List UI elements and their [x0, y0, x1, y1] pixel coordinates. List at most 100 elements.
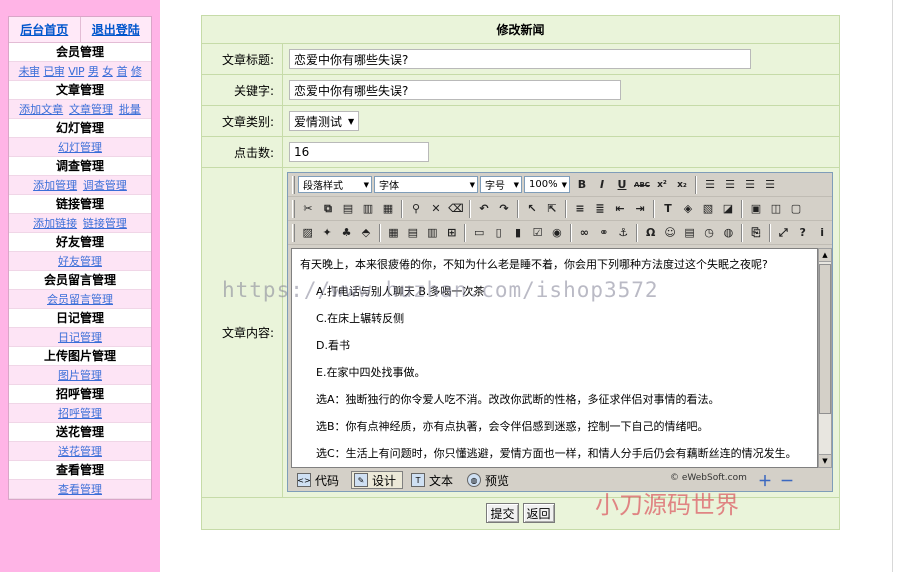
link-survey-manage[interactable]: 调查管理 [83, 179, 127, 192]
scroll-up-icon[interactable]: ▲ [819, 249, 831, 262]
editor-scrollbar[interactable]: ▲ ▼ [818, 248, 832, 468]
keyword-input[interactable] [289, 80, 621, 100]
align-left-icon[interactable]: ☰ [701, 176, 719, 194]
link-add-article[interactable]: 添加文章 [19, 103, 63, 116]
link-greeting-manage[interactable]: 招呼管理 [58, 407, 102, 420]
insert-file-icon[interactable]: ⬘ [357, 224, 374, 242]
button-icon[interactable]: ▮ [509, 224, 526, 242]
background-color-icon[interactable]: ◈ [679, 200, 697, 218]
insert-table-icon[interactable]: ▦ [385, 224, 402, 242]
about-icon[interactable]: i [813, 224, 830, 242]
category-select[interactable]: 爱情测试 ▼ [289, 111, 360, 131]
insert-flash-icon[interactable]: ✦ [318, 224, 335, 242]
font-color-icon[interactable]: T [659, 200, 677, 218]
link-friend-manage[interactable]: 好友管理 [58, 255, 102, 268]
copy-icon[interactable]: ⧉ [319, 200, 337, 218]
italic-icon[interactable]: I [593, 176, 611, 194]
anchor-icon[interactable]: ⚓ [615, 224, 632, 242]
format-brush-icon[interactable]: ◪ [719, 200, 737, 218]
time-icon[interactable]: ◷ [700, 224, 717, 242]
link-batch[interactable]: 批量 [119, 103, 141, 116]
editor-content-area[interactable]: 有天晚上，本来很疲倦的你，不知为什么老是睡不着，你会用下列哪种方法度过这个失眠之… [291, 248, 818, 468]
bold-icon[interactable]: B [573, 176, 591, 194]
link-edit[interactable]: 修 [131, 65, 142, 78]
mode-preview-tab[interactable]: ◍ 预览 [465, 471, 515, 489]
outdent-icon[interactable]: ⇤ [611, 200, 629, 218]
back-button[interactable]: 返回 [522, 503, 555, 523]
page-break-icon[interactable]: ⎘ [747, 224, 764, 242]
eraser-icon[interactable]: ⌫ [447, 200, 465, 218]
link-slide-manage[interactable]: 幻灯管理 [58, 141, 102, 154]
link-member-message-manage[interactable]: 会员留言管理 [47, 293, 113, 306]
date-icon[interactable]: ▤ [681, 224, 698, 242]
link-diary-manage[interactable]: 日记管理 [58, 331, 102, 344]
title-input[interactable] [289, 49, 751, 69]
table-cell-icon[interactable]: ▥ [424, 224, 441, 242]
mode-code-tab[interactable]: <> 代码 [295, 471, 345, 489]
paste-icon[interactable]: ▤ [339, 200, 357, 218]
paragraph-style-dropdown[interactable]: 段落样式 ▼ [298, 176, 372, 193]
scroll-down-icon[interactable]: ▼ [819, 454, 831, 467]
undo-icon[interactable]: ↶ [475, 200, 493, 218]
table-row-icon[interactable]: ▤ [404, 224, 421, 242]
link-image-manage[interactable]: 图片管理 [58, 369, 102, 382]
marquee-icon[interactable]: ◍ [720, 224, 737, 242]
font-size-dropdown[interactable]: 字号 ▼ [480, 176, 522, 193]
link-female[interactable]: 女 [102, 65, 113, 78]
link-flower-manage[interactable]: 送花管理 [58, 445, 102, 458]
paste-word-icon[interactable]: ▦ [379, 200, 397, 218]
plus-icon[interactable]: ＋ [758, 474, 772, 490]
link-add-survey[interactable]: 添加管理 [33, 179, 77, 192]
scrollbar-thumb[interactable] [819, 264, 831, 414]
bullet-list-icon[interactable]: ≣ [591, 200, 609, 218]
underline-icon[interactable]: U [613, 176, 631, 194]
logout-link[interactable]: 退出登陆 [81, 17, 152, 42]
align-justify-icon[interactable]: ☰ [761, 176, 779, 194]
strikethrough-icon[interactable]: ABC [633, 176, 651, 194]
home-link[interactable]: 后台首页 [9, 17, 81, 42]
cut-icon[interactable]: ✂ [299, 200, 317, 218]
align-right-icon[interactable]: ☰ [741, 176, 759, 194]
font-dropdown[interactable]: 字体 ▼ [374, 176, 478, 193]
link-male[interactable]: 男 [88, 65, 99, 78]
link-add-link[interactable]: 添加链接 [33, 217, 77, 230]
link-first[interactable]: 首 [117, 65, 128, 78]
delete-icon[interactable]: ✕ [427, 200, 445, 218]
numbered-list-icon[interactable]: ≡ [571, 200, 589, 218]
mode-text-tab[interactable]: T 文本 [409, 471, 459, 489]
link-vip[interactable]: VIP [68, 65, 84, 78]
mode-design-tab[interactable]: ✎ 设计 [351, 471, 404, 489]
highlight-icon[interactable]: ▧ [699, 200, 717, 218]
align-center-icon[interactable]: ☰ [721, 176, 739, 194]
form-icon[interactable]: ▭ [470, 224, 487, 242]
checkbox-icon[interactable]: ☑ [529, 224, 546, 242]
link-icon[interactable]: ∞ [576, 224, 593, 242]
paste-text-icon[interactable]: ▥ [359, 200, 377, 218]
find-icon[interactable]: ⚲ [407, 200, 425, 218]
link-reviewed[interactable]: 已审 [43, 65, 65, 78]
zoom-dropdown[interactable]: 100% ▼ [524, 176, 570, 193]
fullscreen-icon[interactable]: ⤢ [775, 224, 792, 242]
select-all-icon[interactable]: ↖ [523, 200, 541, 218]
insert-media-icon[interactable]: ♣ [338, 224, 355, 242]
link-link-manage[interactable]: 链接管理 [83, 217, 127, 230]
insert-image-icon[interactable]: ▨ [299, 224, 316, 242]
window-icon[interactable]: ◫ [767, 200, 785, 218]
submit-button[interactable]: 提交 [486, 503, 519, 523]
deselect-icon[interactable]: ⇱ [543, 200, 561, 218]
superscript-icon[interactable]: x² [653, 176, 671, 194]
unlink-icon[interactable]: ⚭ [595, 224, 612, 242]
emoticon-icon[interactable]: ☺ [661, 224, 678, 242]
radio-icon[interactable]: ◉ [548, 224, 565, 242]
help-icon[interactable]: ? [794, 224, 811, 242]
indent-icon[interactable]: ⇥ [631, 200, 649, 218]
minus-icon[interactable]: － [780, 474, 794, 490]
table-props-icon[interactable]: ⊞ [443, 224, 460, 242]
frame-icon[interactable]: ▢ [787, 200, 805, 218]
textarea-icon[interactable]: ▯ [490, 224, 507, 242]
clicks-input[interactable] [289, 142, 429, 162]
layer-icon[interactable]: ▣ [747, 200, 765, 218]
link-view-manage[interactable]: 查看管理 [58, 483, 102, 496]
redo-icon[interactable]: ↷ [495, 200, 513, 218]
special-char-icon[interactable]: Ω [642, 224, 659, 242]
